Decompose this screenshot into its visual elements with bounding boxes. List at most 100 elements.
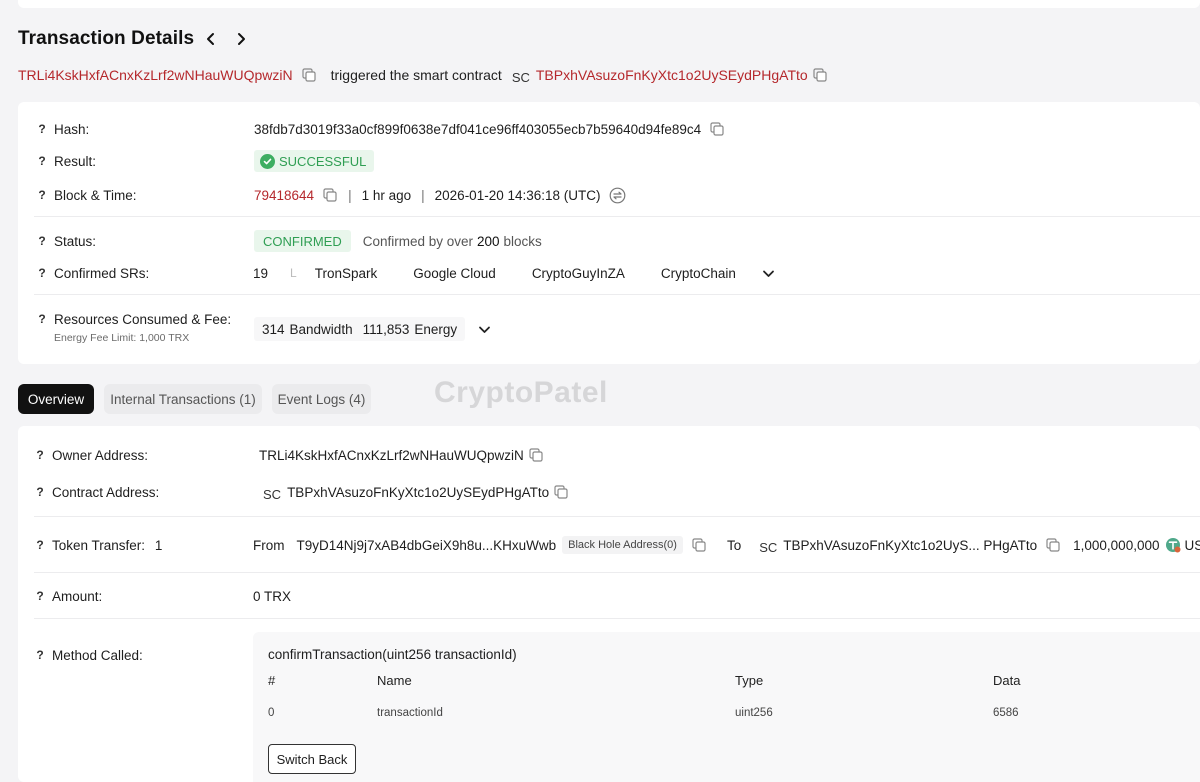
divider (34, 294, 1200, 295)
param-header-type: Type (735, 673, 764, 688)
token-transfer-count: 1 (154, 537, 163, 553)
trigger-summary: TRLi4KskHxfACnxKzLrf2wNHauWUQpwziN trigg… (18, 64, 828, 86)
help-icon[interactable]: ? (36, 154, 48, 168)
block-timestamp: 2026-01-20 14:36:18 (UTC) (434, 187, 601, 203)
divider (34, 618, 1200, 619)
copy-icon[interactable] (691, 537, 707, 553)
help-icon[interactable]: ? (36, 188, 48, 202)
chevron-right-icon (238, 33, 246, 45)
method-called-row: ? Method Called: (18, 645, 238, 665)
help-icon[interactable]: ? (36, 122, 48, 136)
chevron-down-icon[interactable] (477, 322, 491, 336)
help-icon[interactable]: ? (34, 538, 46, 552)
help-icon[interactable]: ? (34, 448, 46, 462)
trigger-text: triggered the smart contract (330, 67, 502, 83)
copy-icon[interactable] (301, 67, 317, 83)
check-circle-icon (260, 153, 275, 169)
previous-button[interactable] (198, 27, 224, 51)
page-header: Transaction Details (18, 26, 254, 52)
smart-contract-tag: SC (759, 539, 778, 555)
chevron-down-icon[interactable] (762, 266, 776, 280)
token-transfer-value-group: From T9yD14Nj9j7xAB4dbGeiX9h8u...KHxuWwb… (253, 536, 1200, 555)
copy-icon[interactable] (322, 187, 338, 203)
black-hole-tag: Black Hole Address(0) (562, 536, 683, 554)
transfer-token[interactable]: USDT (1184, 538, 1200, 553)
sr-item[interactable]: CryptoChain (661, 266, 736, 281)
result-label: Result: (54, 153, 97, 169)
divider (34, 572, 1200, 573)
block-ago: 1 hr ago (361, 187, 412, 203)
from-address[interactable]: T9yD14Nj9j7xAB4dbGeiX9h8u...KHxuWwb (297, 538, 557, 553)
tab-event-logs[interactable]: Event Logs (4) (272, 384, 371, 414)
sr-item[interactable]: CryptoGuyInZA (532, 266, 625, 281)
contract-address-value[interactable]: TBPxhVAsuzoFnKyXtc1o2UySEydPHgATto (287, 485, 549, 500)
param-header-name: Name (377, 673, 412, 688)
param-name: transactionId (377, 707, 443, 719)
result-value: SUCCESSFUL (279, 153, 367, 169)
help-icon[interactable]: ? (34, 589, 46, 603)
hash-value-group: 38fdb7d3019f33a0cf899f0638e7df041ce96ff4… (254, 121, 725, 137)
next-button[interactable] (228, 27, 254, 51)
trigger-from-address-link[interactable]: TRLi4KskHxfACnxKzLrf2wNHauWUQpwziN (18, 67, 293, 83)
help-icon[interactable]: ? (36, 234, 48, 248)
divider (34, 216, 1200, 217)
copy-icon[interactable] (1045, 537, 1061, 553)
result-row: ? Result: SUCCESSFUL (18, 150, 1200, 172)
overview-card: ? Owner Address: TRLi4KskHxfACnxKzLrf2wN… (18, 426, 1200, 782)
block-time-row: ? Block & Time: 79418644 | 1 hr ago | 20… (18, 184, 1200, 206)
amount-row: ? Amount: 0 TRX (18, 586, 1200, 606)
bandwidth-label: Bandwidth (289, 321, 353, 337)
copy-icon[interactable] (553, 484, 569, 500)
help-icon[interactable]: ? (36, 312, 48, 326)
copy-icon[interactable] (812, 67, 828, 83)
energy-label: Energy (414, 321, 458, 337)
transfer-amount: 1,000,000,000 (1073, 537, 1160, 553)
method-called-label: Method Called: (52, 647, 143, 663)
to-address[interactable]: TBPxhVAsuzoFnKyXtc1o2UyS... PHgATto (783, 538, 1037, 553)
block-time-label: Block & Time: (54, 187, 137, 203)
transaction-details-card: ? Hash: 38fdb7d3019f33a0cf899f0638e7df04… (18, 102, 1200, 364)
status-note-count: 200 (477, 233, 500, 249)
confirmed-srs-value-group: 19 L TronSpark Google Cloud CryptoGuyInZ… (253, 266, 776, 281)
usdt-token-icon[interactable] (1165, 537, 1181, 553)
help-icon[interactable]: ? (36, 266, 48, 280)
param-header-index: # (268, 673, 276, 688)
status-note-prefix: Confirmed by over (362, 233, 474, 249)
help-icon[interactable]: ? (34, 485, 46, 499)
owner-address-label: Owner Address: (52, 447, 149, 463)
resources-label: Resources Consumed & Fee: (54, 311, 232, 327)
tab-internal-transactions[interactable]: Internal Transactions (1) (104, 384, 262, 414)
divider: | (421, 187, 425, 203)
help-icon[interactable]: ? (34, 648, 46, 662)
status-note-suffix: blocks (503, 233, 542, 249)
switch-back-button[interactable]: Switch Back (268, 744, 356, 774)
copy-icon[interactable] (528, 447, 544, 463)
token-transfer-label: Token Transfer: (52, 537, 146, 553)
owner-address-row: ? Owner Address: TRLi4KskHxfACnxKzLrf2wN… (18, 445, 1200, 465)
token-transfer-label-group: Token Transfer: 1 (52, 538, 162, 553)
owner-address-value[interactable]: TRLi4KskHxfACnxKzLrf2wNHauWUQpwziN (259, 448, 524, 463)
contract-address-row: ? Contract Address: SC TBPxhVAsuzoFnKyXt… (18, 482, 1200, 502)
time-convert-icon[interactable] (609, 187, 626, 204)
chevron-left-icon (207, 33, 215, 45)
copy-icon[interactable] (709, 121, 725, 137)
sr-item[interactable]: TronSpark (315, 266, 378, 281)
param-header-data: Data (993, 673, 1021, 688)
energy-value: 111,853 (362, 321, 410, 337)
trigger-contract-link[interactable]: TBPxhVAsuzoFnKyXtc1o2UySEydPHgATto (536, 67, 808, 83)
bandwidth-value: 314 (262, 321, 285, 337)
tab-overview[interactable]: Overview (18, 384, 94, 414)
smart-contract-tag: SC (511, 69, 530, 85)
contract-address-label: Contract Address: (52, 484, 160, 500)
resources-value-group: 314 Bandwidth 111,853 Energy (254, 317, 491, 341)
top-panel-edge (18, 0, 1200, 8)
block-number-link[interactable]: 79418644 (254, 188, 314, 203)
divider (34, 516, 1200, 517)
status-row: ? Status: CONFIRMED Confirmed by over 20… (18, 230, 1200, 252)
sr-item[interactable]: Google Cloud (413, 266, 496, 281)
contract-address-value-group: SC TBPxhVAsuzoFnKyXtc1o2UySEydPHgATto (263, 484, 569, 502)
amount-label: Amount: (52, 588, 103, 604)
watermark: CryptoPatel (434, 376, 608, 409)
smart-contract-tag: SC (263, 486, 282, 502)
from-label: From (253, 537, 285, 553)
